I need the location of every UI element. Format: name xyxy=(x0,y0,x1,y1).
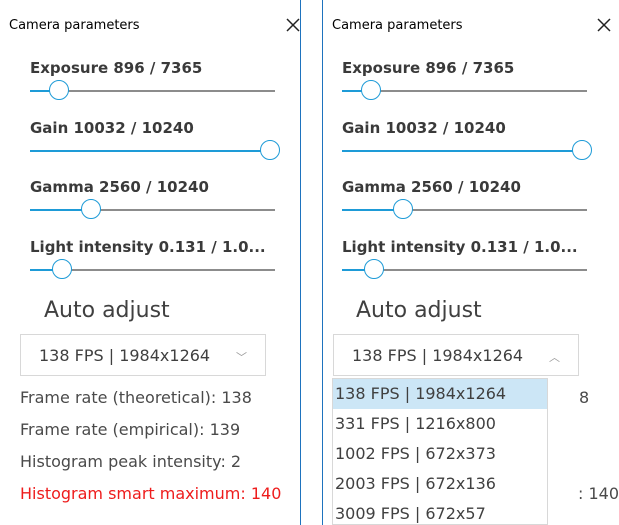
close-button[interactable] xyxy=(593,14,615,36)
resolution-select-open[interactable]: 138 FPS | 1984x1264 ︿ xyxy=(333,334,579,376)
slider-thumb[interactable] xyxy=(363,259,384,279)
slider-fill xyxy=(30,150,271,152)
light-intensity-label: Light intensity 0.131 / 1.0... xyxy=(30,238,266,256)
exposure-slider[interactable] xyxy=(342,80,587,102)
light-intensity-slider[interactable] xyxy=(30,259,275,281)
gain-label: Gain 10032 / 10240 xyxy=(30,119,194,137)
light-intensity-label: Light intensity 0.131 / 1.0... xyxy=(342,238,578,256)
exposure-slider[interactable] xyxy=(30,80,275,102)
slider-thumb[interactable] xyxy=(393,199,414,219)
exposure-param: Exposure 896 / 7365 xyxy=(342,58,587,102)
gain-label: Gain 10032 / 10240 xyxy=(342,119,506,137)
slider-thumb[interactable] xyxy=(572,140,593,160)
gamma-label: Gamma 2560 / 10240 xyxy=(342,178,521,196)
slider-thumb[interactable] xyxy=(361,80,382,100)
chevron-up-icon: ︿ xyxy=(549,352,560,364)
gamma-label: Gamma 2560 / 10240 xyxy=(30,178,209,196)
gain-param: Gain 10032 / 10240 xyxy=(342,118,593,162)
gamma-slider[interactable] xyxy=(342,199,587,221)
histogram-smart-maximum-tail: : 140 xyxy=(578,484,619,503)
auto-adjust-button[interactable]: Auto adjust xyxy=(44,298,170,323)
exposure-label: Exposure 896 / 7365 xyxy=(30,59,203,77)
dropdown-option[interactable]: 331 FPS | 1216x800 xyxy=(333,409,547,439)
frame-rate-theoretical-tail: 8 xyxy=(579,388,590,407)
slider-thumb[interactable] xyxy=(49,80,70,100)
dropdown-option[interactable]: 3009 FPS | 672x57 xyxy=(333,499,547,524)
close-icon xyxy=(286,18,300,32)
chevron-down-icon: ﹀ xyxy=(236,352,247,364)
panel-title: Camera parameters xyxy=(9,18,140,33)
resolution-select-value: 138 FPS | 1984x1264 xyxy=(39,346,211,365)
light-intensity-param: Light intensity 0.131 / 1.0... xyxy=(342,237,587,281)
title-bar: Camera parameters xyxy=(323,0,619,34)
frame-rate-theoretical: Frame rate (theoretical): 138 xyxy=(20,388,252,407)
exposure-param: Exposure 896 / 7365 xyxy=(30,58,275,102)
close-icon xyxy=(597,18,611,32)
gain-slider[interactable] xyxy=(342,140,593,162)
slider-thumb[interactable] xyxy=(260,140,281,160)
slider-thumb[interactable] xyxy=(81,199,102,219)
light-intensity-param: Light intensity 0.131 / 1.0... xyxy=(30,237,275,281)
close-button[interactable] xyxy=(282,14,300,36)
histogram-peak-intensity: Histogram peak intensity: 2 xyxy=(20,452,242,471)
gain-param: Gain 10032 / 10240 xyxy=(30,118,281,162)
gamma-param: Gamma 2560 / 10240 xyxy=(342,177,587,221)
gamma-param: Gamma 2560 / 10240 xyxy=(30,177,275,221)
camera-parameters-panel-left: Camera parameters Exposure 896 / 7365 Ga… xyxy=(0,0,301,525)
frame-rate-empirical: Frame rate (empirical): 139 xyxy=(20,420,241,439)
resolution-select[interactable]: 138 FPS | 1984x1264 ﹀ xyxy=(20,334,266,376)
dropdown-option[interactable]: 138 FPS | 1984x1264 xyxy=(333,379,547,409)
gamma-slider[interactable] xyxy=(30,199,275,221)
slider-fill xyxy=(342,150,583,152)
dropdown-option[interactable]: 2003 FPS | 672x136 xyxy=(333,469,547,499)
title-bar: Camera parameters xyxy=(0,0,300,34)
gain-slider[interactable] xyxy=(30,140,281,162)
dropdown-option[interactable]: 1002 FPS | 672x373 xyxy=(333,439,547,469)
resolution-dropdown-list: 138 FPS | 1984x1264 331 FPS | 1216x800 1… xyxy=(332,378,548,525)
light-intensity-slider[interactable] xyxy=(342,259,587,281)
histogram-smart-maximum: Histogram smart maximum: 140 xyxy=(20,484,282,503)
slider-thumb[interactable] xyxy=(51,259,72,279)
panel-title: Camera parameters xyxy=(332,18,463,33)
exposure-label: Exposure 896 / 7365 xyxy=(342,59,515,77)
resolution-select-value: 138 FPS | 1984x1264 xyxy=(352,346,524,365)
auto-adjust-button[interactable]: Auto adjust xyxy=(356,298,482,323)
